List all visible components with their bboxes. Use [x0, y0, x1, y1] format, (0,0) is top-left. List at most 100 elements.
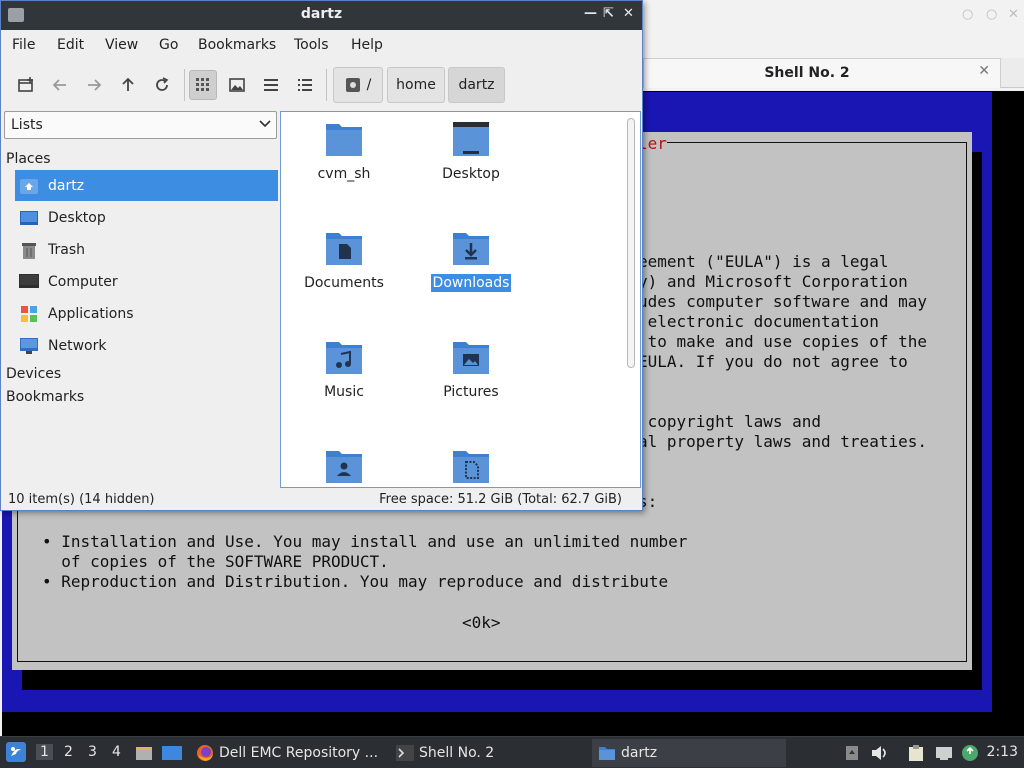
sidebar-item-dartz[interactable]: dartz: [15, 170, 278, 201]
close-icon[interactable]: ✕: [1008, 7, 1019, 22]
drive-icon: [345, 78, 360, 92]
task-label: Shell No. 2: [419, 745, 495, 761]
updates-button[interactable]: [960, 743, 980, 763]
file-name: Documents: [304, 275, 384, 291]
reload-button[interactable]: [148, 70, 176, 100]
workspace-3[interactable]: 3: [88, 744, 97, 760]
file-manager-launcher[interactable]: [134, 743, 154, 763]
menu-view[interactable]: View: [105, 37, 138, 53]
toolbar-separator: [184, 69, 185, 101]
breadcrumb-root[interactable]: /: [333, 67, 383, 103]
file-item-pictures[interactable]: Pictures: [416, 330, 526, 430]
pictures-folder-icon: [453, 342, 489, 374]
network-icon: [19, 336, 39, 356]
compact-view-button[interactable]: [257, 70, 285, 100]
workspace-2[interactable]: 2: [64, 744, 73, 760]
menu-go[interactable]: Go: [159, 37, 178, 53]
up-button[interactable]: [114, 70, 142, 100]
applications-icon: [19, 304, 39, 324]
file-item-music[interactable]: Music: [289, 330, 399, 430]
volume-button[interactable]: [870, 743, 890, 763]
breadcrumb-label: home: [396, 77, 436, 93]
icon-view-button[interactable]: [189, 70, 217, 100]
close-icon[interactable]: ✕: [623, 6, 634, 21]
task-firefox[interactable]: Dell EMC Repository ...: [190, 739, 382, 767]
maximize-icon[interactable]: ⇱: [603, 6, 614, 21]
new-tab-icon: [18, 77, 33, 92]
show-desktop-button[interactable]: [162, 743, 182, 763]
menu-help[interactable]: Help: [351, 37, 383, 53]
network-button[interactable]: [934, 743, 954, 763]
compact-view-icon: [264, 79, 278, 91]
eula-line: to make and use copies of the: [638, 332, 927, 351]
eula-line: electronic documentation: [638, 312, 879, 331]
menu-bookmarks[interactable]: Bookmarks: [198, 37, 276, 53]
taskbar: 1 2 3 4 Dell EMC Repository ... Shell No…: [0, 736, 1024, 768]
bookmarks-heading[interactable]: Bookmarks: [6, 389, 84, 405]
clock[interactable]: 2:13: [987, 744, 1018, 760]
file-item-public[interactable]: [289, 439, 399, 487]
chevron-down-icon: [259, 120, 271, 128]
up-arrow-icon: [122, 77, 134, 91]
eula-line: al property laws and treaties.: [638, 432, 927, 451]
eject-tray-button[interactable]: [842, 743, 862, 763]
toolbar: / home dartz: [1, 63, 642, 107]
sidebar-item-applications[interactable]: Applications: [15, 298, 278, 329]
menu-edit[interactable]: Edit: [57, 37, 84, 53]
breadcrumb-home[interactable]: home: [387, 67, 445, 103]
folder-view[interactable]: cvm_sh Desktop Documents Downloads Music…: [280, 111, 641, 488]
detailed-list-icon: [298, 79, 312, 91]
tab-close-icon[interactable]: ✕: [978, 63, 990, 79]
eula-line: eement ("EULA") is a legal: [638, 252, 889, 271]
file-item-documents[interactable]: Documents: [289, 221, 399, 321]
detailed-list-button[interactable]: [291, 70, 319, 100]
sidebar-item-label: Computer: [48, 273, 118, 290]
start-menu-button[interactable]: [6, 742, 26, 762]
sidebar-item-computer[interactable]: Computer: [15, 266, 278, 297]
breadcrumb-dartz[interactable]: dartz: [448, 67, 505, 103]
maximize-icon[interactable]: ○: [986, 7, 997, 22]
places-heading: Places: [6, 151, 51, 167]
thumbnail-view-icon: [229, 78, 245, 92]
sidebar-item-desktop[interactable]: Desktop: [15, 202, 278, 233]
file-item-downloads[interactable]: Downloads: [416, 221, 526, 321]
file-item-desktop[interactable]: Desktop: [416, 112, 526, 212]
item-count: 10 item(s) (14 hidden): [8, 492, 155, 507]
workspace-4[interactable]: 4: [112, 744, 121, 760]
minimize-icon[interactable]: ○: [962, 7, 973, 22]
forward-button[interactable]: [80, 70, 108, 100]
thumbnail-view-button[interactable]: [223, 70, 251, 100]
workspace-1[interactable]: 1: [36, 744, 53, 760]
eject-icon: [846, 746, 858, 760]
firefox-icon: [196, 744, 214, 762]
task-terminal[interactable]: Shell No. 2: [390, 739, 586, 767]
sidebar-item-trash[interactable]: Trash: [15, 234, 278, 265]
new-tab-button[interactable]: [12, 70, 40, 100]
tab-shell-2[interactable]: Shell No. 2 ✕: [643, 58, 1001, 88]
back-button[interactable]: [46, 70, 74, 100]
file-item-templates[interactable]: [416, 439, 526, 487]
clipboard-button[interactable]: [906, 743, 926, 763]
templates-folder-icon: [453, 451, 489, 483]
terminal-icon: [396, 744, 414, 762]
eula-line: udes computer software and may: [638, 292, 927, 311]
menu-tools[interactable]: Tools: [294, 37, 329, 53]
menu-file[interactable]: File: [12, 37, 35, 53]
side-pane-mode-select[interactable]: Lists: [4, 111, 277, 139]
folder-icon: [598, 744, 616, 762]
minimize-icon[interactable]: —: [584, 6, 597, 21]
sidebar-item-network[interactable]: Network: [15, 330, 278, 361]
clipboard-icon: [909, 745, 923, 761]
devices-heading[interactable]: Devices: [6, 366, 61, 382]
free-space: Free space: 51.2 GiB (Total: 62.7 GiB): [379, 492, 622, 507]
file-manager-titlebar[interactable]: dartz — ⇱ ✕: [1, 1, 642, 30]
task-file-manager[interactable]: dartz: [592, 739, 786, 767]
ok-button[interactable]: <0k>: [462, 613, 501, 632]
file-item-cvm-sh[interactable]: cvm_sh: [289, 112, 399, 212]
window-title: dartz: [300, 6, 343, 22]
menu-bar: File Edit View Go Bookmarks Tools Help: [1, 30, 642, 61]
folder-icon: [326, 124, 362, 156]
breadcrumb-root-label: /: [366, 77, 372, 93]
vertical-scrollbar[interactable]: [627, 118, 635, 368]
sidebar-item-label: Trash: [48, 241, 85, 258]
